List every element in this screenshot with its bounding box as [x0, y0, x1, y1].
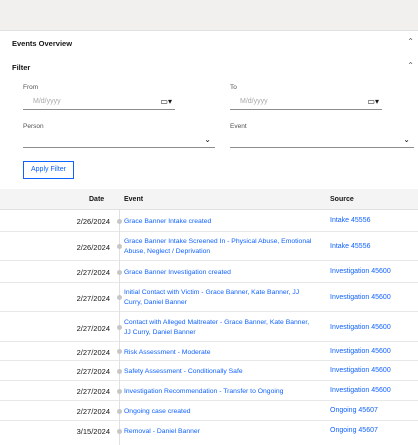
row-source-link[interactable]: Investigation 45600	[330, 367, 391, 374]
timeline-dot	[117, 349, 122, 354]
table-row: 2/27/2024 Ongoing case created Ongoing 4…	[0, 401, 418, 421]
row-event-link[interactable]: Grace Banner Investigation created	[124, 268, 314, 278]
row-event-link[interactable]: Investigation Recommendation - Transfer …	[124, 387, 314, 397]
table-row: 2/27/2024 Risk Assessment - Moderate Inv…	[0, 342, 418, 361]
event-column-header[interactable]: Event	[124, 196, 143, 203]
table-row: 2/26/2024 Grace Banner Intake created In…	[0, 210, 418, 232]
row-date: 2/26/2024	[76, 217, 110, 226]
collapse-filter-icon[interactable]: ⌃	[407, 61, 414, 70]
date-column-header[interactable]: Date	[89, 196, 104, 203]
timeline-dot	[117, 409, 122, 414]
events-table-header: Date Event Source	[0, 189, 418, 210]
table-row: 3/15/2024 Removal - Daniel Banner Ongoin…	[0, 421, 418, 445]
filter-title: Filter	[12, 63, 31, 72]
row-date: 2/27/2024	[76, 348, 110, 357]
row-date: 2/26/2024	[76, 243, 110, 252]
to-label: To	[230, 84, 237, 91]
calendar-icon[interactable]: ▭▾	[367, 97, 379, 106]
row-event-link[interactable]: Initial Contact with Victim - Grace Bann…	[124, 288, 314, 307]
row-event-link[interactable]: Grace Banner Intake Screened In - Physic…	[124, 237, 314, 256]
row-event-link[interactable]: Safety Assessment - Conditionally Safe	[124, 367, 314, 377]
source-column-header[interactable]: Source	[330, 196, 354, 203]
timeline-dot	[117, 389, 122, 394]
row-event-link[interactable]: Removal - Daniel Banner	[124, 427, 314, 437]
row-source-link[interactable]: Intake 45556	[330, 217, 370, 224]
collapse-overview-icon[interactable]: ⌃	[407, 37, 414, 46]
event-select[interactable]: ⌄	[230, 133, 414, 148]
timeline-dot	[117, 244, 122, 249]
table-row: 2/26/2024 Grace Banner Intake Screened I…	[0, 232, 418, 261]
row-event-link[interactable]: Risk Assessment - Moderate	[124, 348, 314, 358]
row-date: 2/27/2024	[76, 294, 110, 303]
row-date: 3/15/2024	[76, 427, 110, 436]
calendar-icon[interactable]: ▭▾	[160, 97, 172, 106]
timeline-dot	[117, 429, 122, 434]
table-row: 2/27/2024 Grace Banner Investigation cre…	[0, 261, 418, 283]
timeline-dot	[117, 270, 122, 275]
table-row: 2/27/2024 Contact with Alleged Maltreate…	[0, 312, 418, 342]
timeline-dot	[117, 219, 122, 224]
row-date: 2/27/2024	[76, 407, 110, 416]
row-source-link[interactable]: Investigation 45600	[330, 348, 391, 355]
apply-filter-button[interactable]: Apply Filter	[23, 161, 74, 179]
chevron-down-icon: ⌄	[204, 135, 211, 144]
row-event-link[interactable]: Ongoing case created	[124, 407, 314, 417]
row-source-link[interactable]: Ongoing 45607	[330, 427, 378, 434]
row-source-link[interactable]: Investigation 45600	[330, 268, 391, 275]
chevron-down-icon: ⌄	[403, 135, 410, 144]
timeline-dot	[117, 369, 122, 374]
row-source-link[interactable]: Investigation 45600	[330, 387, 391, 394]
table-row: 2/27/2024 Initial Contact with Victim - …	[0, 283, 418, 312]
row-event-link[interactable]: Grace Banner Intake created	[124, 217, 314, 227]
table-row: 2/27/2024 Safety Assessment - Conditiona…	[0, 361, 418, 381]
timeline-dot	[117, 295, 122, 300]
from-date-field[interactable]: M/d/yyyy ▭▾	[23, 95, 175, 110]
row-date: 2/27/2024	[76, 367, 110, 376]
row-date: 2/27/2024	[76, 324, 110, 333]
to-date-placeholder: M/d/yyyy	[240, 98, 268, 105]
row-source-link[interactable]: Intake 45556	[330, 243, 370, 250]
to-date-field[interactable]: M/d/yyyy ▭▾	[230, 95, 382, 110]
person-label: Person	[23, 123, 44, 130]
table-row: 2/27/2024 Investigation Recommendation -…	[0, 381, 418, 401]
row-date: 2/27/2024	[76, 268, 110, 277]
top-bar	[0, 0, 418, 30]
row-event-link[interactable]: Contact with Alleged Maltreater - Grace …	[124, 318, 314, 337]
events-overview-title: Events Overview	[12, 39, 73, 48]
from-date-placeholder: M/d/yyyy	[33, 98, 61, 105]
event-label: Event	[230, 123, 247, 130]
person-select[interactable]: ⌄	[23, 133, 215, 148]
row-source-link[interactable]: Ongoing 45607	[330, 407, 378, 414]
row-date: 2/27/2024	[76, 387, 110, 396]
timeline-dot	[117, 325, 122, 330]
row-source-link[interactable]: Investigation 45600	[330, 324, 391, 331]
row-source-link[interactable]: Investigation 45600	[330, 294, 391, 301]
from-label: From	[23, 84, 39, 91]
